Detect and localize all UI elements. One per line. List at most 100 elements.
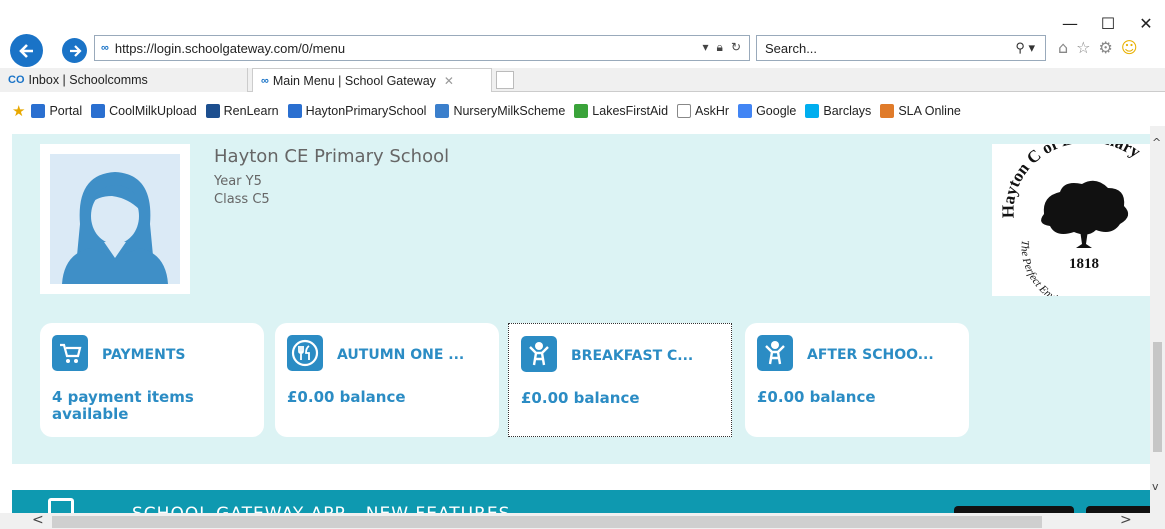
- title-bar: — ☐ ✕ ∞ https://login.schoolgateway.com/…: [0, 0, 1165, 68]
- favorite-coolmilkupload[interactable]: CoolMilkUpload: [91, 104, 197, 118]
- favorite-portal[interactable]: Portal: [31, 104, 82, 118]
- tile-title: PAYMENTS: [102, 347, 186, 363]
- favorite-haytonprimaryschool[interactable]: HaytonPrimarySchool: [287, 104, 427, 118]
- favorite-label: LakesFirstAid: [592, 104, 669, 118]
- favorite-label: AskHr: [695, 104, 730, 118]
- student-year: Year Y5: [214, 174, 262, 189]
- close-window-button[interactable]: ✕: [1127, 14, 1165, 33]
- back-button[interactable]: [10, 34, 43, 67]
- tile-autumn-one[interactable]: AUTUMN ONE ... £0.00 balance: [275, 323, 499, 437]
- favorites-star-icon[interactable]: ☆: [1076, 38, 1090, 57]
- student-panel: Hayton CE Primary School Year Y5 Class C…: [12, 128, 1150, 464]
- barclays-eagle-icon: [805, 104, 820, 118]
- home-icon[interactable]: ⌂: [1058, 38, 1068, 57]
- page-content: Hayton CE Primary School Year Y5 Class C…: [0, 128, 1150, 529]
- school-name: Hayton CE Primary School: [214, 146, 450, 167]
- lock-icon[interactable]: 🔒︎: [717, 40, 723, 55]
- maximize-button[interactable]: ☐: [1089, 14, 1127, 33]
- milk-icon: [435, 104, 450, 118]
- tab-label: Inbox | Schoolcomms: [28, 73, 148, 87]
- browser-window: — ☐ ✕ ∞ https://login.schoolgateway.com/…: [0, 0, 1165, 529]
- tab-label: Main Menu | School Gateway: [272, 73, 436, 88]
- scroll-down-icon[interactable]: v: [1152, 480, 1159, 493]
- favorite-label: Portal: [49, 104, 83, 118]
- gear-icon[interactable]: ⚙: [1099, 38, 1113, 57]
- tile-title: AUTUMN ONE ...: [337, 347, 465, 363]
- tab-inbox[interactable]: CO Inbox | Schoolcomms: [0, 68, 248, 92]
- window-controls: — ☐ ✕: [1051, 14, 1165, 33]
- cart-icon: [52, 335, 88, 371]
- scroll-up-icon[interactable]: ^: [1152, 136, 1161, 149]
- student-photo: [40, 144, 190, 294]
- favorite-label: CoolMilkUpload: [109, 104, 197, 118]
- tile-payments[interactable]: PAYMENTS 4 payment items available: [40, 323, 264, 437]
- tile-after-school[interactable]: AFTER SCHOO... £0.00 balance: [745, 323, 969, 437]
- add-favorite-star-icon[interactable]: ★: [12, 102, 25, 120]
- arrow-right-icon: [69, 44, 82, 57]
- favorites-list: Portal CoolMilkUpload RenLearn HaytonPrimar…: [31, 104, 969, 118]
- favorite-renlearn[interactable]: RenLearn: [205, 104, 279, 118]
- tile-breakfast-club[interactable]: BREAKFAST C... £0.00 balance: [508, 323, 732, 437]
- oak-tree-seal-icon: Hayton C of E Primary The Perfect Enviro…: [999, 128, 1145, 315]
- favorite-label: RenLearn: [223, 104, 279, 118]
- tile-value: £0.00 balance: [757, 388, 876, 406]
- toolbar-icons: ⌂ ☆ ⚙ ☺: [1058, 38, 1138, 57]
- search-box[interactable]: Search... ⚲ ▾: [756, 35, 1046, 61]
- favorite-sla-online[interactable]: SLA Online: [880, 104, 961, 118]
- green-cross-icon: [574, 104, 589, 118]
- school-gateway-icon: ∞: [261, 74, 269, 87]
- cutlery-icon: [287, 335, 323, 371]
- search-placeholder: Search...: [765, 40, 818, 56]
- feedback-smiley-icon[interactable]: ☺: [1121, 38, 1138, 57]
- search-icon[interactable]: ⚲ ▾: [1015, 40, 1035, 56]
- children-icon: [521, 336, 557, 372]
- tile-title: AFTER SCHOO...: [807, 347, 934, 363]
- logo-year: 1818: [1069, 256, 1099, 272]
- dropdown-arrow-icon[interactable]: ▾: [703, 40, 709, 55]
- horizontal-scrollbar[interactable]: < >: [0, 512, 1150, 529]
- vertical-scrollbar[interactable]: ^ v: [1150, 126, 1165, 529]
- horizontal-scroll-thumb[interactable]: [52, 516, 1042, 528]
- tile-title: BREAKFAST C...: [571, 348, 694, 364]
- tab-main-menu[interactable]: ∞ Main Menu | School Gateway ✕: [252, 68, 492, 92]
- favorite-label: Google: [756, 104, 797, 118]
- google-icon: [738, 104, 753, 118]
- tab-strip: CO Inbox | Schoolcomms ∞ Main Menu | Sch…: [0, 68, 1165, 92]
- tile-value: 4 payment items available: [52, 388, 194, 423]
- favorite-label: Barclays: [823, 104, 872, 118]
- children-icon: [757, 335, 793, 371]
- favorites-bar: ★ Portal CoolMilkUpload RenLearn HaytonPrim…: [0, 96, 1165, 126]
- school-logo: Hayton C of E Primary The Perfect Enviro…: [992, 128, 1150, 315]
- favorite-google[interactable]: Google: [738, 104, 796, 118]
- vertical-scroll-thumb[interactable]: [1153, 342, 1162, 452]
- ie-page-icon: [91, 104, 106, 118]
- favorite-askhr[interactable]: AskHr: [677, 104, 729, 118]
- tile-value: £0.00 balance: [287, 388, 406, 406]
- minimize-button[interactable]: —: [1051, 14, 1089, 33]
- rl-icon: [205, 104, 220, 118]
- scroll-left-icon[interactable]: <: [32, 512, 44, 528]
- forward-button[interactable]: [62, 38, 87, 63]
- favorite-label: HaytonPrimarySchool: [305, 104, 427, 118]
- refresh-icon[interactable]: ↻: [731, 40, 741, 55]
- favorite-label: NurseryMilkScheme: [453, 104, 566, 118]
- favorite-barclays[interactable]: Barclays: [805, 104, 871, 118]
- scroll-right-icon[interactable]: >: [1120, 512, 1132, 528]
- avatar: [50, 154, 180, 284]
- sla-icon: [880, 104, 895, 118]
- tile-value: £0.00 balance: [521, 389, 640, 407]
- address-bar[interactable]: ∞ https://login.schoolgateway.com/0/menu…: [94, 35, 750, 61]
- ie-page-icon: [31, 104, 46, 118]
- blank-page-icon: [677, 104, 692, 118]
- address-tools: ▾ 🔒︎ ↻: [703, 40, 741, 55]
- close-tab-icon[interactable]: ✕: [444, 74, 454, 88]
- site-favicon-icon: ∞: [101, 42, 109, 54]
- favorite-nurserymilkscheme[interactable]: NurseryMilkScheme: [435, 104, 565, 118]
- favorite-label: SLA Online: [898, 104, 961, 118]
- person-placeholder-icon: [62, 172, 168, 284]
- new-tab-button[interactable]: [496, 71, 514, 89]
- student-class: Class C5: [214, 192, 270, 207]
- ie-page-icon: [287, 104, 302, 118]
- favorite-lakesfirstaid[interactable]: LakesFirstAid: [574, 104, 668, 118]
- arrow-left-icon: [18, 43, 33, 58]
